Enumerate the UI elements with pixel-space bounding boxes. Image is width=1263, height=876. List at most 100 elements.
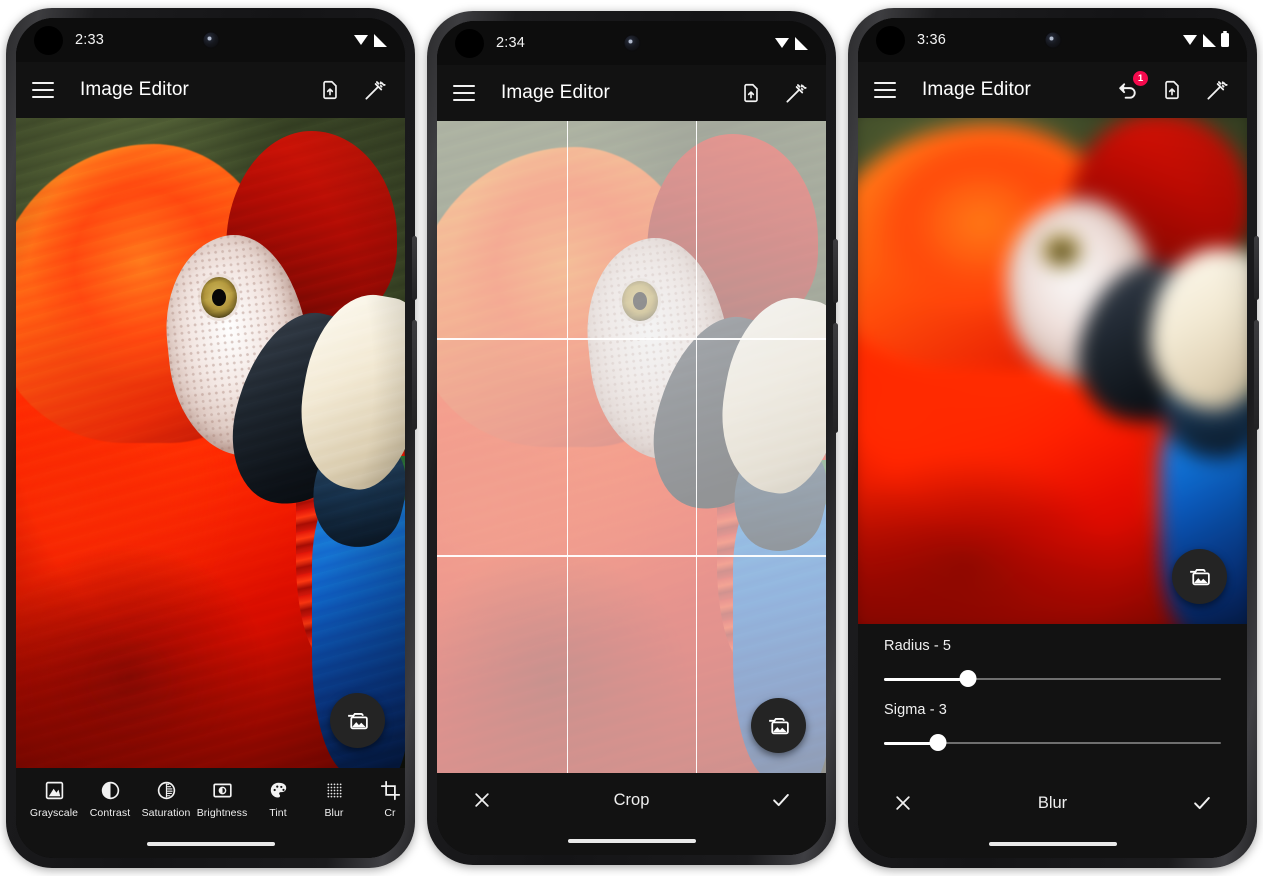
filter-item-brightness[interactable]: Brightness [194, 771, 250, 827]
saturation-icon [155, 779, 177, 801]
status-bar: 3:36 [858, 18, 1247, 62]
filter-item-contrast[interactable]: Contrast [82, 771, 138, 827]
filter-label: Saturation [141, 807, 191, 819]
status-bar: 2:34 [437, 21, 826, 65]
app-bar-actions: 1 [1115, 71, 1233, 103]
battery-icon [1221, 30, 1229, 47]
filter-label: Contrast [89, 807, 131, 819]
crop-mode-title: Crop [613, 790, 650, 809]
app-bar: Image Editor 1 [858, 62, 1247, 118]
save-file-icon[interactable] [1159, 77, 1185, 103]
volume-button[interactable] [412, 320, 417, 430]
signal-icon [374, 33, 387, 47]
save-file-icon[interactable] [317, 77, 343, 103]
wifi-icon [775, 37, 790, 49]
screenshot-stage: 2:33 Image Editor Grayscale Contrast Sat… [0, 0, 1263, 876]
filter-label: Brightness [196, 807, 248, 819]
contrast-icon [99, 779, 121, 801]
slider-thumb[interactable] [959, 670, 977, 687]
filter-item-grayscale[interactable]: Grayscale [26, 771, 82, 827]
page-title: Image Editor [922, 79, 1031, 100]
app-bar: Image Editor [16, 62, 405, 118]
status-icons [1183, 30, 1229, 47]
brightness-icon [211, 779, 233, 801]
filter-label: Blur [324, 807, 344, 819]
home-indicator[interactable] [567, 839, 696, 843]
confirm-crop-button[interactable] [766, 785, 796, 815]
filter-strip[interactable]: Grayscale Contrast Saturation Brightness… [16, 768, 405, 830]
power-button[interactable] [833, 239, 838, 303]
power-button[interactable] [1254, 236, 1259, 300]
phone-screen-editor: 2:33 Image Editor Grayscale Contrast Sat… [16, 18, 405, 858]
cancel-blur-button[interactable] [888, 788, 918, 818]
phone-device-editor: 2:33 Image Editor Grayscale Contrast Sat… [6, 8, 417, 868]
phone-screen-blur: 3:36 Image Editor 1 Radius - 5 Sigma - 3… [858, 18, 1247, 858]
image-canvas[interactable] [16, 118, 405, 768]
blur-mode-title: Blur [1037, 793, 1068, 812]
power-button[interactable] [412, 236, 417, 300]
phone-bezel: 3:36 Image Editor 1 Radius - 5 Sigma - 3… [858, 18, 1247, 858]
magic-wand-icon[interactable] [361, 77, 387, 103]
filter-item-tint[interactable]: Tint [250, 771, 306, 827]
phone-bezel: 2:34 Image Editor Crop [437, 21, 826, 855]
confirm-blur-button[interactable] [1187, 788, 1217, 818]
blur-action-bar: Blur [858, 776, 1247, 830]
signal-icon [1203, 33, 1216, 47]
filter-item-crop[interactable]: Cr [362, 771, 405, 827]
filter-label: Tint [269, 807, 287, 819]
menu-icon[interactable] [30, 73, 64, 107]
parrot-photo [437, 121, 826, 773]
pick-image-fab[interactable] [1172, 549, 1227, 604]
parrot-photo-blurred [858, 118, 1247, 624]
signal-icon [795, 36, 808, 50]
pick-image-fab[interactable] [751, 698, 806, 753]
page-title: Image Editor [501, 82, 610, 103]
home-indicator[interactable] [146, 842, 275, 846]
home-indicator[interactable] [988, 842, 1117, 846]
phone-bezel: 2:33 Image Editor Grayscale Contrast Sat… [16, 18, 405, 858]
slider-thumb[interactable] [929, 734, 947, 751]
page-title: Image Editor [80, 79, 189, 100]
grayscale-icon [43, 779, 65, 801]
filter-item-blur[interactable]: Blur [306, 771, 362, 827]
parrot-photo [16, 118, 405, 768]
front-camera-punchhole [623, 34, 640, 52]
phone-screen-crop: 2:34 Image Editor Crop [437, 21, 826, 855]
status-time: 3:36 [917, 32, 947, 48]
wifi-icon [1183, 34, 1198, 46]
menu-icon[interactable] [872, 73, 906, 107]
system-nav-bar [437, 827, 826, 855]
volume-button[interactable] [833, 323, 838, 433]
menu-icon[interactable] [451, 76, 485, 110]
save-file-icon[interactable] [738, 80, 764, 106]
sigma-slider[interactable] [884, 732, 1221, 754]
status-bar: 2:33 [16, 18, 405, 62]
status-avatar-dot [455, 28, 484, 58]
status-avatar-dot [876, 25, 905, 55]
filter-label: Grayscale [29, 807, 79, 819]
parrot-eye [1042, 234, 1081, 268]
image-canvas-blurred[interactable] [858, 118, 1247, 624]
crop-canvas[interactable] [437, 121, 826, 773]
slider-fill [884, 677, 969, 681]
cancel-crop-button[interactable] [467, 785, 497, 815]
volume-button[interactable] [1254, 320, 1259, 430]
phone-device-blur: 3:36 Image Editor 1 Radius - 5 Sigma - 3… [848, 8, 1259, 868]
magic-wand-icon[interactable] [782, 80, 808, 106]
app-bar-actions [317, 77, 391, 103]
status-time: 2:33 [75, 32, 105, 48]
status-icons [354, 33, 387, 47]
undo-icon[interactable]: 1 [1115, 71, 1148, 103]
status-avatar-dot [34, 25, 63, 55]
front-camera-punchhole [1044, 31, 1061, 49]
radius-slider[interactable] [884, 668, 1221, 690]
pick-image-fab[interactable] [330, 693, 385, 748]
filter-label: Cr [384, 807, 396, 819]
system-nav-bar [858, 830, 1247, 858]
parrot-eye [200, 277, 237, 318]
filter-item-saturation[interactable]: Saturation [138, 771, 194, 827]
blur-grid-icon [323, 779, 345, 801]
status-time: 2:34 [496, 35, 526, 51]
magic-wand-icon[interactable] [1203, 77, 1229, 103]
system-nav-bar [16, 830, 405, 858]
